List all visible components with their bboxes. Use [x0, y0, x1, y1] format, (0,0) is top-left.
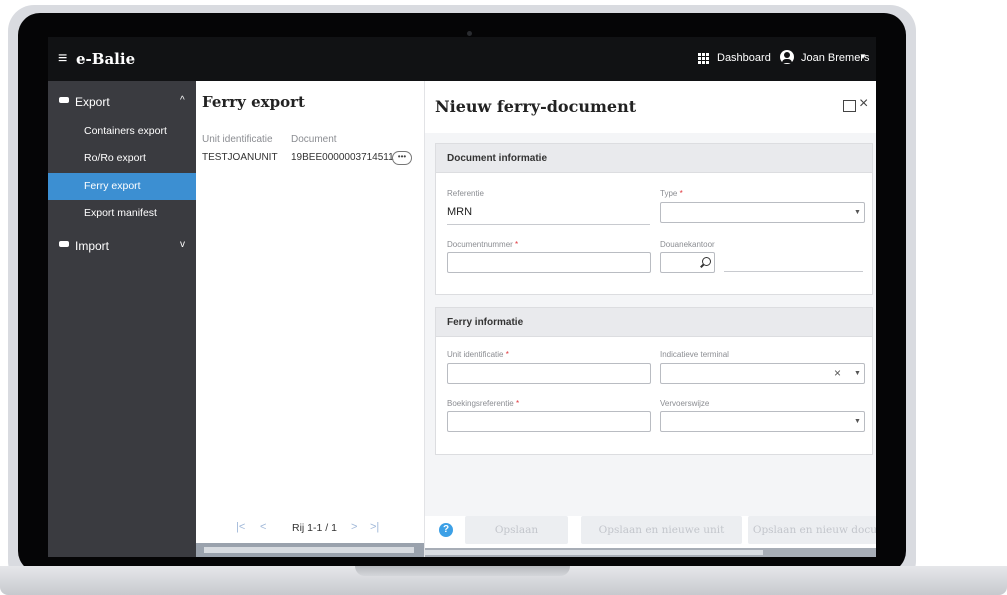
chevron-up-icon[interactable]: ^	[180, 95, 185, 106]
unit-identificatie-field[interactable]	[447, 363, 651, 384]
form-footer: ? Opslaan Opslaan en nieuwe unit Opslaan…	[425, 516, 876, 557]
referentie-label: Referentie	[447, 189, 484, 198]
section-header: Document informatie	[436, 144, 872, 173]
list-panel: Ferry export Unit identificatie Document…	[196, 81, 425, 557]
sidebar-item-roro-export[interactable]: Ro/Ro export	[48, 145, 196, 172]
prev-page-icon[interactable]: <	[260, 521, 266, 533]
horizontal-scrollbar[interactable]	[196, 543, 424, 557]
type-select[interactable]: ▼	[660, 202, 865, 223]
column-header-unit[interactable]: Unit identificatie	[202, 134, 273, 145]
sidebar-group-import[interactable]: Import v	[48, 231, 196, 261]
table-cell-document[interactable]: 19BEE0000003714511	[291, 152, 394, 163]
ferry-info-section: Ferry informatie Unit identificatie * In…	[435, 307, 873, 455]
top-bar: ≡ e-Balie Dashboard Joan Bremers ▼	[48, 37, 876, 81]
chevron-down-icon[interactable]: ▼	[854, 209, 861, 216]
sidebar-item-ferry-export[interactable]: Ferry export	[48, 173, 196, 200]
vervoerswijze-select[interactable]: ▼	[660, 411, 865, 432]
save-button[interactable]: Opslaan	[465, 516, 568, 544]
section-title: Document informatie	[447, 153, 548, 164]
douanekantoor-underline	[724, 271, 863, 272]
horizontal-scrollbar[interactable]	[425, 548, 876, 557]
section-header: Ferry informatie	[436, 308, 872, 337]
save-new-unit-button[interactable]: Opslaan en nieuwe unit	[581, 516, 742, 544]
column-header-document[interactable]: Document	[291, 134, 337, 145]
boekingsreferentie-field[interactable]	[447, 411, 651, 432]
type-label: Type *	[660, 189, 683, 198]
douanekantoor-field[interactable]	[660, 252, 715, 273]
form-panel: Nieuw ferry-document × Document informat…	[425, 81, 876, 557]
referentie-value[interactable]: MRN	[447, 206, 472, 218]
clear-icon[interactable]: ×	[834, 366, 841, 380]
save-new-document-button[interactable]: Opslaan en nieuw docume	[748, 516, 876, 544]
sidebar-group-export[interactable]: Export ^	[48, 87, 196, 117]
hamburger-icon[interactable]: ≡	[58, 51, 67, 67]
sidebar-item-containers-export[interactable]: Containers export	[48, 118, 196, 145]
sidebar-group-label: Import	[75, 239, 110, 253]
form-title: Nieuw ferry-document	[435, 97, 637, 116]
search-icon[interactable]	[702, 257, 711, 266]
screen-bezel: ≡ e-Balie Dashboard Joan Bremers ▼ Expor…	[18, 13, 906, 573]
terminal-label: Indicatieve terminal	[660, 350, 729, 359]
truck-icon	[59, 241, 69, 247]
close-icon[interactable]: ×	[859, 95, 868, 113]
table-cell-unit[interactable]: TESTJOANUNIT	[202, 152, 278, 163]
sidebar: Export ^ Containers export Ro/Ro export …	[48, 81, 196, 557]
sidebar-item-label: Containers export	[84, 125, 167, 137]
grid-icon[interactable]	[698, 53, 709, 64]
laptop-frame: ≡ e-Balie Dashboard Joan Bremers ▼ Expor…	[8, 5, 916, 587]
more-options-icon[interactable]: •••	[392, 151, 412, 165]
sidebar-group-label: Export	[75, 95, 110, 109]
sidebar-item-label: Ferry export	[84, 180, 141, 192]
boekingsreferentie-label: Boekingsreferentie *	[447, 399, 520, 408]
unit-identificatie-label: Unit identificatie *	[447, 350, 509, 359]
sidebar-item-export-manifest[interactable]: Export manifest	[48, 200, 196, 227]
expand-icon[interactable]	[843, 100, 856, 112]
vervoerswijze-label: Vervoerswijze	[660, 399, 710, 408]
terminal-select[interactable]: × ▼	[660, 363, 865, 384]
chevron-down-icon[interactable]: ▼	[854, 418, 861, 425]
section-title: Ferry informatie	[447, 317, 524, 328]
list-title: Ferry export	[202, 93, 305, 111]
last-page-icon[interactable]: >|	[370, 521, 379, 533]
document-info-section: Document informatie Referentie MRN Type …	[435, 143, 873, 295]
first-page-icon[interactable]: |<	[236, 521, 245, 533]
help-icon[interactable]: ?	[439, 523, 453, 537]
user-icon[interactable]	[780, 50, 794, 64]
douanekantoor-label: Douanekantoor	[660, 240, 715, 249]
documentnummer-field[interactable]	[447, 252, 651, 273]
next-page-icon[interactable]: >	[351, 521, 357, 533]
pager-info: Rij 1-1 / 1	[292, 522, 337, 534]
chevron-down-icon[interactable]: v	[180, 239, 185, 250]
app-screen: ≡ e-Balie Dashboard Joan Bremers ▼ Expor…	[48, 37, 876, 557]
documentnummer-label: Documentnummer *	[447, 240, 519, 249]
chevron-down-icon[interactable]: ▼	[854, 370, 861, 377]
camera	[467, 31, 472, 36]
truck-icon	[59, 97, 69, 103]
referentie-underline	[447, 224, 650, 225]
dashboard-link[interactable]: Dashboard	[717, 52, 771, 64]
app-title: e-Balie	[76, 50, 136, 68]
sidebar-item-label: Ro/Ro export	[84, 152, 146, 164]
form-header: Nieuw ferry-document ×	[425, 81, 876, 133]
chevron-down-icon[interactable]: ▼	[859, 52, 867, 61]
sidebar-item-label: Export manifest	[84, 207, 157, 219]
laptop-notch	[355, 566, 570, 576]
